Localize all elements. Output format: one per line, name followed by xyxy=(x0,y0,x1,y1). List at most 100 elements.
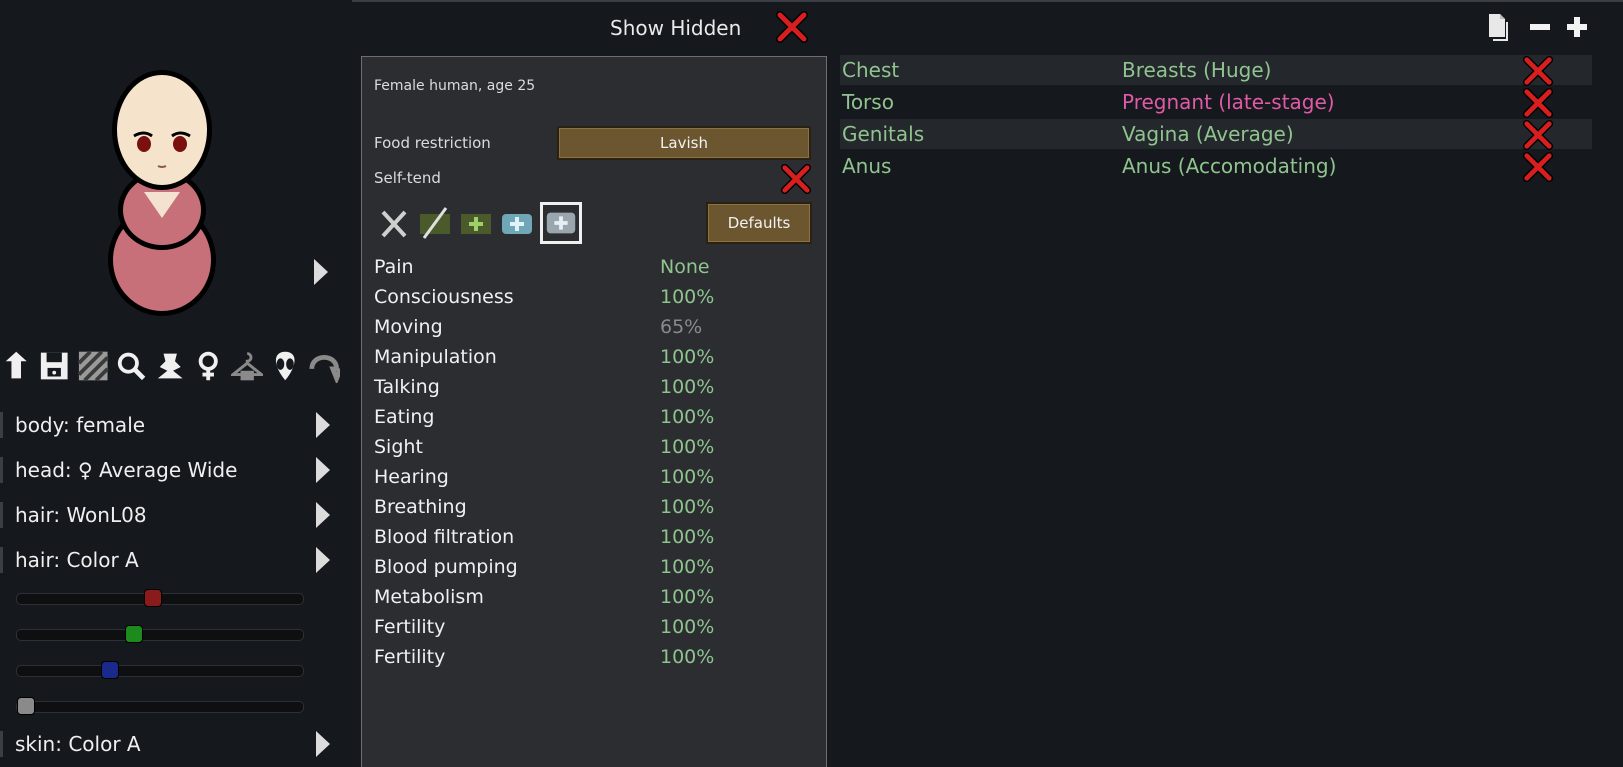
defaults-button[interactable]: Defaults xyxy=(706,202,812,244)
copy-icon[interactable] xyxy=(1484,12,1514,42)
search-icon[interactable] xyxy=(115,349,147,383)
capacity-value: 65% xyxy=(660,316,703,338)
capacity-value: 100% xyxy=(660,406,715,428)
body-part-name: Genitals xyxy=(842,122,925,146)
capacity-value: 100% xyxy=(660,496,715,518)
capacity-name: Talking xyxy=(374,376,440,398)
head-type-label: head: ♀ Average Wide xyxy=(15,458,238,482)
capacity-name: Breathing xyxy=(374,496,467,518)
slider-thumb[interactable] xyxy=(17,697,35,715)
hair-color-option: hair: Color A xyxy=(0,543,340,577)
capacity-row: Blood pumping 100% xyxy=(374,552,794,582)
capacity-value: 100% xyxy=(660,466,715,488)
portrait-rotate-arrow-icon[interactable] xyxy=(312,257,330,287)
top-divider xyxy=(352,0,1623,2)
glitterworld-meds-icon[interactable] xyxy=(540,202,582,244)
no-meds-icon[interactable] xyxy=(416,204,454,242)
capacity-name: Eating xyxy=(374,406,435,428)
capacity-row: Breathing 100% xyxy=(374,492,794,522)
capacity-name: Consciousness xyxy=(374,286,514,308)
capacity-row: Sight 100% xyxy=(374,432,794,462)
capacity-value: 100% xyxy=(660,346,715,368)
body-part-name: Torso xyxy=(842,90,894,114)
capacity-row: Pain None xyxy=(374,252,794,282)
capacity-value: 100% xyxy=(660,286,715,308)
upload-icon[interactable] xyxy=(0,349,32,383)
capacity-row: Fertility 100% xyxy=(374,612,794,642)
food-restriction-label: Food restriction xyxy=(374,134,491,152)
industrial-meds-icon[interactable] xyxy=(498,204,536,242)
show-hidden-toggle-close-icon[interactable] xyxy=(775,10,809,44)
slider-thumb[interactable] xyxy=(125,625,143,643)
body-part-row: Genitals Vagina (Average) xyxy=(840,119,1592,151)
female-symbol-icon[interactable] xyxy=(192,349,224,383)
capacity-name: Moving xyxy=(374,316,443,338)
slider-thumb[interactable] xyxy=(143,589,162,607)
body-part-condition: Breasts (Huge) xyxy=(1122,58,1272,82)
body-part-name: Chest xyxy=(842,58,900,82)
capacity-row: Talking 100% xyxy=(374,372,794,402)
skin-color-next-arrow-icon[interactable] xyxy=(314,729,332,759)
capacity-name: Blood filtration xyxy=(374,526,515,548)
hair-alpha-slider[interactable] xyxy=(16,697,304,715)
hair-style-next-arrow-icon[interactable] xyxy=(314,500,332,530)
capacity-name: Fertility xyxy=(374,616,446,638)
remove-hediff-close-icon[interactable] xyxy=(1522,55,1554,87)
minus-icon[interactable] xyxy=(1525,12,1555,42)
capacity-value: 100% xyxy=(660,436,715,458)
remove-hediff-close-icon[interactable] xyxy=(1522,119,1554,151)
plus-icon[interactable] xyxy=(1562,12,1592,42)
hair-color-label: hair: Color A xyxy=(15,548,139,572)
skin-color-option: skin: Color A xyxy=(0,727,340,761)
body-type-next-arrow-icon[interactable] xyxy=(314,410,332,440)
capacity-value: 100% xyxy=(660,526,715,548)
remove-hediff-close-icon[interactable] xyxy=(1522,87,1554,119)
capacity-row: Blood filtration 100% xyxy=(374,522,794,552)
appearance-toolbar xyxy=(0,346,340,386)
capacity-value: None xyxy=(660,256,710,278)
save-icon[interactable] xyxy=(38,349,70,383)
capacity-row: Fertility 100% xyxy=(374,642,794,672)
body-part-row: Anus Anus (Accomodating) xyxy=(840,151,1592,183)
loop-icon[interactable] xyxy=(308,349,340,383)
capacity-name: Metabolism xyxy=(374,586,484,608)
bust-icon[interactable] xyxy=(154,349,186,383)
head-type-next-arrow-icon[interactable] xyxy=(314,455,332,485)
capacity-value: 100% xyxy=(660,556,715,578)
alien-icon[interactable] xyxy=(269,349,301,383)
hanger-icon[interactable] xyxy=(230,349,264,383)
slider-thumb[interactable] xyxy=(100,661,119,679)
capacity-row: Hearing 100% xyxy=(374,462,794,492)
remove-hediff-close-icon[interactable] xyxy=(1522,151,1554,183)
capacity-name: Pain xyxy=(374,256,414,278)
capacity-value: 100% xyxy=(660,376,715,398)
hair-green-slider[interactable] xyxy=(16,625,304,643)
food-restriction-button[interactable]: Lavish xyxy=(557,126,811,160)
self-tend-label: Self-tend xyxy=(374,169,441,187)
capacity-value: 100% xyxy=(660,616,715,638)
capacity-name: Manipulation xyxy=(374,346,497,368)
capacity-value: 100% xyxy=(660,586,715,608)
self-tend-toggle-close-icon[interactable] xyxy=(780,163,812,195)
capacity-row: Eating 100% xyxy=(374,402,794,432)
capacity-name: Fertility xyxy=(374,646,446,668)
body-part-condition: Pregnant (late-stage) xyxy=(1122,90,1335,114)
pawn-portrait xyxy=(88,60,238,320)
no-care-icon[interactable] xyxy=(375,204,413,242)
body-part-name: Anus xyxy=(842,154,892,178)
capacity-name: Blood pumping xyxy=(374,556,518,578)
capacity-row: Consciousness 100% xyxy=(374,282,794,312)
head-type-option: head: ♀ Average Wide xyxy=(0,453,340,487)
capacity-name: Sight xyxy=(374,436,423,458)
stripes-icon[interactable] xyxy=(77,349,109,383)
body-part-condition: Vagina (Average) xyxy=(1122,122,1294,146)
body-type-option: body: female xyxy=(0,408,340,442)
hair-red-slider[interactable] xyxy=(16,589,304,607)
body-part-row: Torso Pregnant (late-stage) xyxy=(840,87,1592,119)
skin-color-label: skin: Color A xyxy=(15,732,141,756)
hair-blue-slider[interactable] xyxy=(16,661,304,679)
hair-color-next-arrow-icon[interactable] xyxy=(314,545,332,575)
body-part-row: Chest Breasts (Huge) xyxy=(840,55,1592,87)
herbal-meds-icon[interactable] xyxy=(457,204,495,242)
capacity-value: 100% xyxy=(660,646,715,668)
